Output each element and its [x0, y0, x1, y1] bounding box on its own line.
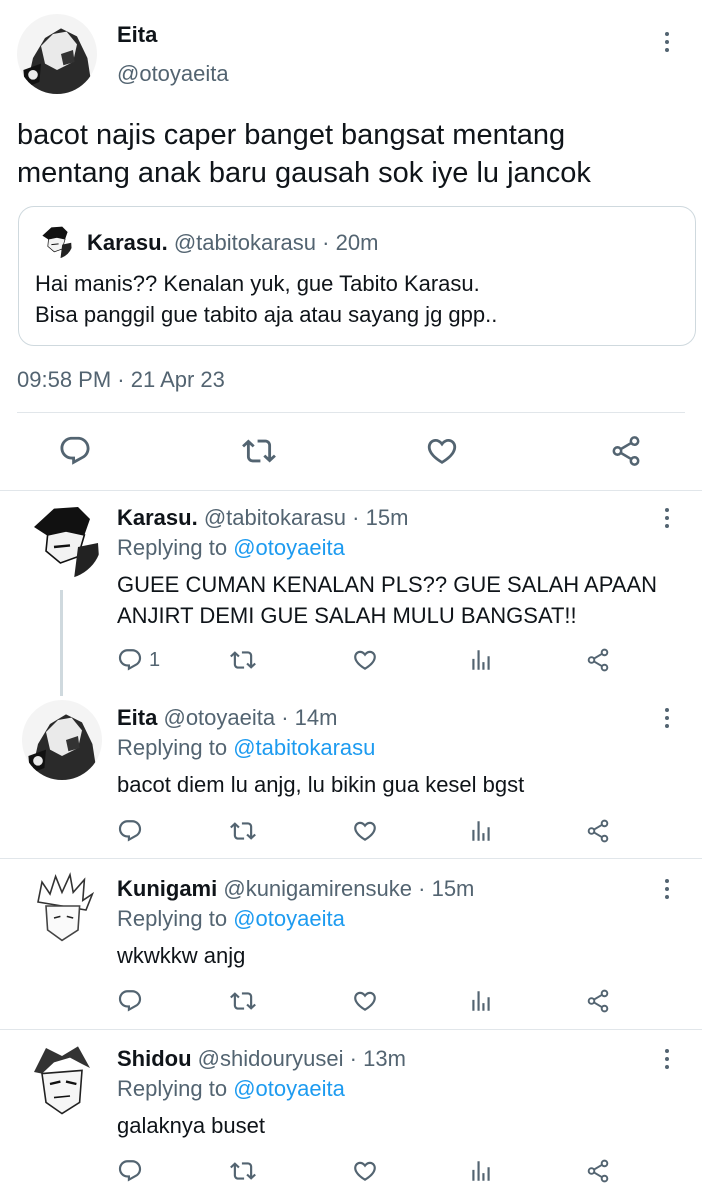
replying-to-label: Replying to — [117, 1076, 228, 1101]
like-icon[interactable] — [352, 647, 378, 673]
reply-text-line: wkwkkw anjg — [117, 943, 246, 968]
quoted-header: Karasu. @tabitokarasu · 20m — [87, 230, 378, 256]
divider — [0, 858, 702, 859]
quoted-tweet[interactable]: Karasu. @tabitokarasu · 20m Hai manis?? … — [18, 206, 696, 346]
tweet-text-line: bacot najis caper banget bangsat mentang — [17, 119, 566, 151]
quoted-author-handle: @tabitokarasu — [173, 230, 317, 255]
quoted-text-line: Hai manis?? Kenalan yuk, gue Tabito Kara… — [35, 271, 480, 296]
reply-text: bacot diem lu anjg, lu bikin gua kesel b… — [117, 769, 524, 800]
thread-connector — [60, 590, 63, 696]
more-icon[interactable] — [657, 506, 677, 534]
analytics-icon[interactable] — [468, 1158, 494, 1184]
retweet-icon[interactable] — [230, 818, 256, 844]
reply-icon[interactable] — [117, 818, 143, 844]
retweet-icon[interactable] — [242, 434, 276, 468]
replying-to: Replying to @tabitokarasu — [117, 735, 375, 761]
more-icon[interactable] — [657, 30, 677, 58]
author-name[interactable]: Eita — [117, 22, 157, 48]
replying-to: Replying to @otoyaeita — [117, 535, 345, 561]
reply-author-name[interactable]: Kunigami — [117, 876, 217, 901]
like-icon[interactable] — [352, 1158, 378, 1184]
quoted-text-line: Bisa panggil gue tabito aja atau sayang … — [35, 302, 498, 327]
reply-text: GUEE CUMAN KENALAN PLS?? GUE SALAH APAAN… — [117, 569, 657, 631]
like-icon[interactable] — [425, 434, 459, 468]
replying-to-link[interactable]: @otoyaeita — [233, 1076, 345, 1101]
replying-to: Replying to @otoyaeita — [117, 906, 345, 932]
share-icon[interactable] — [585, 988, 611, 1014]
replying-to-link[interactable]: @tabitokarasu — [233, 735, 375, 760]
reply-text-line: ANJIRT DEMI GUE SALAH MULU BANGSAT!! — [117, 603, 577, 628]
reply-icon[interactable] — [117, 1158, 143, 1184]
avatar[interactable] — [17, 14, 97, 94]
share-icon[interactable] — [585, 647, 611, 673]
avatar[interactable] — [22, 499, 102, 579]
tweet-text-line: mentang anak baru gausah sok iye lu janc… — [17, 157, 591, 189]
author-handle[interactable]: @otoyaeita — [117, 61, 229, 87]
retweet-icon[interactable] — [230, 988, 256, 1014]
analytics-icon[interactable] — [468, 818, 494, 844]
reply-author-handle[interactable]: @otoyaeita — [163, 705, 275, 730]
reply-text: galaknya buset — [117, 1110, 265, 1141]
more-icon[interactable] — [657, 877, 677, 905]
replying-to-label: Replying to — [117, 535, 228, 560]
reply-text: wkwkkw anjg — [117, 940, 245, 971]
more-icon[interactable] — [657, 1047, 677, 1075]
reply-time: · 14m — [281, 705, 338, 730]
reply-author-handle[interactable]: @tabitokarasu — [204, 505, 346, 530]
reply-text-line: bacot diem lu anjg, lu bikin gua kesel b… — [117, 772, 525, 797]
tweet-text: bacot najis caper banget bangsat mentang… — [17, 116, 591, 192]
replying-to-link[interactable]: @otoyaeita — [233, 906, 345, 931]
reply-time: · 15m — [352, 505, 409, 530]
reply-author-handle[interactable]: @shidouryusei — [198, 1046, 344, 1071]
divider — [17, 412, 685, 413]
replying-to: Replying to @otoyaeita — [117, 1076, 345, 1102]
reply-author-name[interactable]: Eita — [117, 705, 157, 730]
reply-header: Eita @otoyaeita · 14m — [117, 705, 337, 731]
reply-author-name[interactable]: Shidou — [117, 1046, 192, 1071]
retweet-icon[interactable] — [230, 647, 256, 673]
share-icon[interactable] — [609, 434, 643, 468]
avatar[interactable] — [22, 700, 102, 780]
reply-icon[interactable] — [58, 434, 92, 468]
avatar — [37, 223, 73, 259]
analytics-icon[interactable] — [468, 988, 494, 1014]
quoted-author-name: Karasu. — [87, 230, 168, 255]
retweet-icon[interactable] — [230, 1158, 256, 1184]
reply-header: Karasu. @tabitokarasu · 15m — [117, 505, 408, 531]
replying-to-label: Replying to — [117, 735, 228, 760]
analytics-icon[interactable] — [468, 647, 494, 673]
replying-to-label: Replying to — [117, 906, 228, 931]
reply-header: Kunigami @kunigamirensuke · 15m — [117, 876, 474, 902]
share-icon[interactable] — [585, 1158, 611, 1184]
like-icon[interactable] — [352, 988, 378, 1014]
avatar[interactable] — [22, 1040, 102, 1120]
reply-author-handle[interactable]: @kunigamirensuke — [223, 876, 412, 901]
reply-time: · 15m — [418, 876, 475, 901]
avatar[interactable] — [22, 870, 102, 950]
share-icon[interactable] — [585, 818, 611, 844]
reply-icon[interactable] — [117, 988, 143, 1014]
tweet-timestamp[interactable]: 09:58 PM · 21 Apr 23 — [17, 367, 225, 393]
reply-text-line: GUEE CUMAN KENALAN PLS?? GUE SALAH APAAN — [117, 572, 657, 597]
more-icon[interactable] — [657, 706, 677, 734]
reply-author-name[interactable]: Karasu. — [117, 505, 198, 530]
divider — [0, 490, 702, 491]
reply-count: 1 — [149, 649, 161, 671]
reply-text-line: galaknya buset — [117, 1113, 265, 1138]
quoted-text: Hai manis?? Kenalan yuk, gue Tabito Kara… — [35, 268, 497, 330]
like-icon[interactable] — [352, 818, 378, 844]
reply-icon[interactable] — [117, 647, 143, 673]
quoted-time: · 20m — [322, 230, 379, 255]
divider — [0, 1029, 702, 1030]
reply-time: · 13m — [349, 1046, 406, 1071]
replying-to-link[interactable]: @otoyaeita — [233, 535, 345, 560]
reply-header: Shidou @shidouryusei · 13m — [117, 1046, 406, 1072]
